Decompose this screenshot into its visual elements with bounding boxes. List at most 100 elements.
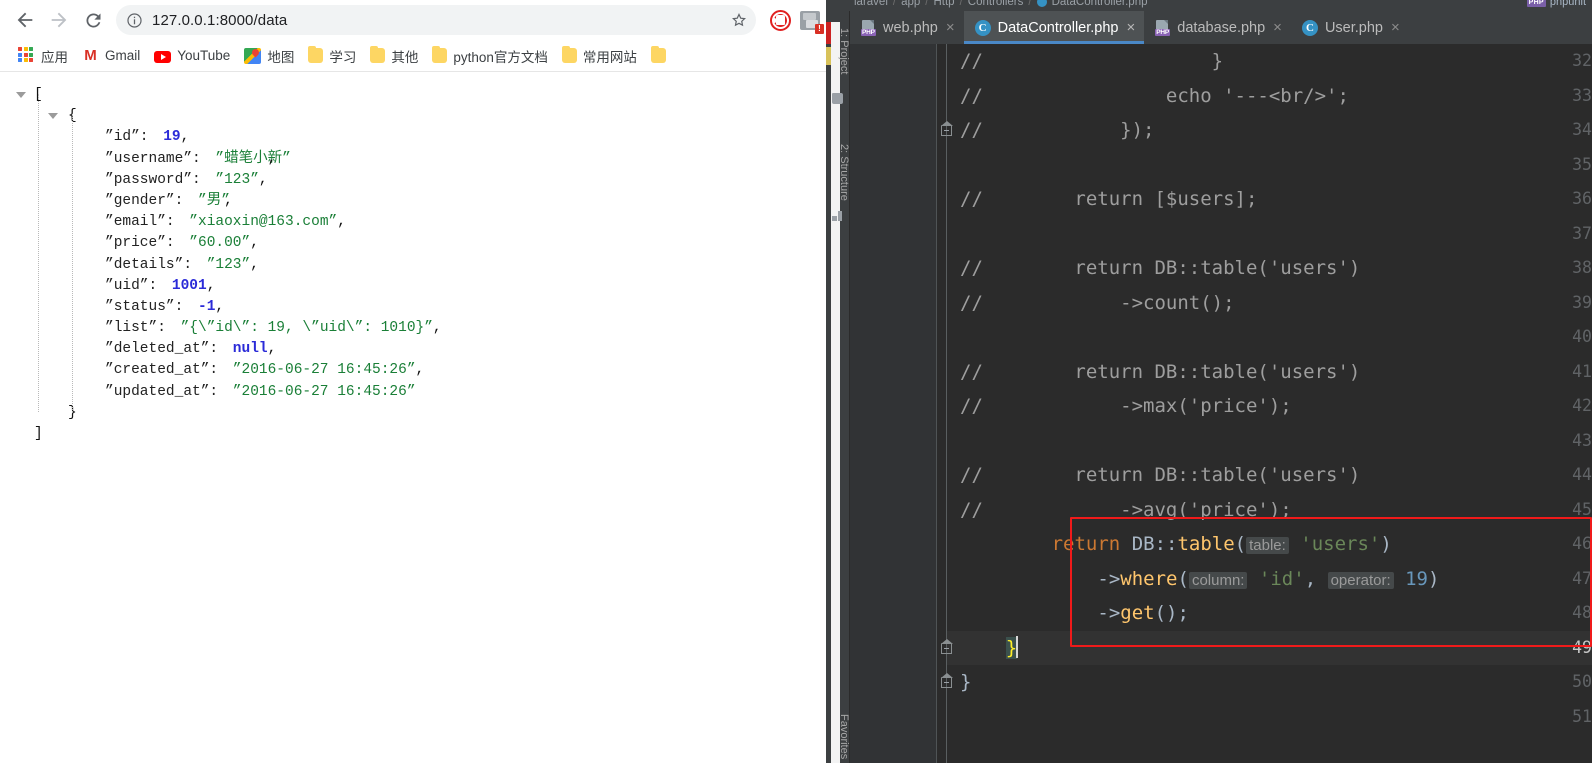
bookmark-item[interactable]: YouTube xyxy=(148,45,238,66)
screenshot-extension-icon[interactable]: ! xyxy=(796,6,824,34)
bookmark-item[interactable]: python官方文档 xyxy=(426,43,556,69)
phpstorm-window: laravel / app / Http / Controllers / DataControl… xyxy=(826,0,1592,763)
editor-edge-strip xyxy=(831,22,840,763)
gmail-icon: M xyxy=(84,47,97,64)
forward-button[interactable] xyxy=(42,3,76,37)
bookmark-label: Gmail xyxy=(105,48,141,63)
current-line-highlight xyxy=(947,630,1592,665)
code-line: // echo '---<br/>'; xyxy=(960,79,1349,114)
tab-datacontroller-php[interactable]: C DataController.php × xyxy=(963,11,1145,44)
code-fold-toggle[interactable] xyxy=(941,121,953,136)
google-maps-icon xyxy=(244,47,262,64)
json-comma: , xyxy=(250,256,259,273)
breadcrumb-part[interactable]: DataController.php xyxy=(1052,0,1148,8)
breadcrumb-separator: / xyxy=(892,0,897,8)
code-comment: // ->max('price'); xyxy=(960,395,1292,417)
bookmark-item[interactable]: 地图 xyxy=(238,43,302,69)
chrome-browser-window: 127.0.0.1:8000/data ! 应用 M Gmail YouTube 地图 学… xyxy=(0,0,826,763)
screenshot-root: 127.0.0.1:8000/data ! 应用 M Gmail YouTube 地图 学… xyxy=(0,0,1592,763)
tab-web-php[interactable]: PHP web.php × xyxy=(850,11,964,44)
json-field-row: ”id”: 19, xyxy=(0,127,826,148)
breadcrumb-separator: / xyxy=(959,0,963,8)
json-key: ”deleted_at”: xyxy=(105,341,219,358)
json-field-row: ”username”: ”蜡笔小新”, xyxy=(0,149,826,170)
json-field-row: ”list”: ”{\”id\”: 19, \”uid\”: 1010}”, xyxy=(0,318,826,339)
run-config-label: phpunit xyxy=(1549,0,1586,8)
breadcrumb-part[interactable]: Http xyxy=(933,0,954,8)
json-comma: , xyxy=(258,171,268,188)
code-fold-toggle[interactable] xyxy=(941,673,953,688)
editor-tab-bar: PHP web.php × C DataController.php × PHP databa… xyxy=(850,11,1592,44)
php-file-icon: PHP xyxy=(1155,19,1171,36)
bookmark-item[interactable]: M Gmail xyxy=(76,44,148,67)
json-response-viewer: [{”id”: 19, ”username”: ”蜡笔小新”, ”password”:”… xyxy=(0,73,826,763)
browser-toolbar: 127.0.0.1:8000/data ! xyxy=(0,0,826,40)
bookmark-item[interactable]: 常用网站 xyxy=(556,43,645,69)
folder-icon xyxy=(432,46,448,63)
json-field-row: ”password”: ”123”, xyxy=(0,170,826,191)
address-bar[interactable]: 127.0.0.1:8000/data xyxy=(116,5,756,35)
bookmark-item[interactable] xyxy=(645,45,680,66)
json-field-row: ”deleted_at”: null, xyxy=(0,339,826,360)
info-circle-icon[interactable] xyxy=(126,12,143,29)
breadcrumb: laravel / app / Http / Controllers / DataControl… xyxy=(826,0,1592,11)
folder-icon xyxy=(832,93,843,104)
json-value: ”2016-06-27 16:45:26” xyxy=(232,383,416,400)
json-key: ”username”: xyxy=(105,150,201,167)
line-number: 41 xyxy=(1572,361,1592,381)
json-close-bracket: ] xyxy=(34,426,43,442)
close-icon[interactable]: × xyxy=(1391,20,1400,35)
code-comment: // echo '---<br/>'; xyxy=(960,84,1349,107)
sidebar-item-project[interactable]: 1: Project xyxy=(826,25,850,95)
code-line: // } xyxy=(960,44,1223,79)
bookmark-item[interactable]: 应用 xyxy=(12,43,76,69)
run-configuration[interactable]: PHP phpunit xyxy=(1526,0,1586,8)
json-comma: , xyxy=(267,341,277,358)
close-icon[interactable]: × xyxy=(1273,20,1282,35)
json-field-row: ”status”: -1, xyxy=(0,297,826,318)
json-root-close: ] xyxy=(0,424,826,445)
code-editor[interactable]: 32 // } 33 // echo '---<br/>'; 34 // }); 35 36 /… xyxy=(850,44,1592,763)
code-line: // ->count(); xyxy=(960,286,1235,321)
json-comma: , xyxy=(267,150,277,167)
indent-guide xyxy=(72,115,73,412)
json-value: ”{\”id\”: 19, \”uid\”: 1010}” xyxy=(180,320,433,337)
breadcrumb-part[interactable]: laravel xyxy=(854,0,888,8)
code-line: ->where(column: 'id', operator: 19) xyxy=(1097,567,1440,590)
code-line: // return DB::table('users') xyxy=(960,251,1360,286)
star-outline-icon[interactable] xyxy=(730,11,748,29)
tab-user-php[interactable]: C User.php × xyxy=(1291,11,1409,44)
close-icon[interactable]: × xyxy=(946,20,955,35)
json-value: null xyxy=(232,341,268,358)
code-fold-toggle[interactable] xyxy=(941,638,953,654)
close-icon[interactable]: × xyxy=(1127,20,1136,35)
collapse-arrow-object[interactable] xyxy=(48,113,58,120)
param-hint: table: xyxy=(1246,537,1289,554)
json-object-close: } xyxy=(0,403,826,424)
code-line: } xyxy=(1005,635,1019,659)
json-comma: , xyxy=(250,235,259,252)
line-number: 47 xyxy=(1572,568,1592,588)
bookmark-item[interactable]: 学习 xyxy=(302,43,364,69)
sidebar-item-favorites[interactable]: Favorites xyxy=(826,711,850,763)
collapse-arrow-root[interactable] xyxy=(16,92,26,98)
tab-database-php[interactable]: PHP database.php × xyxy=(1144,11,1291,44)
line-number: 37 xyxy=(1572,223,1592,243)
tab-label: DataController.php xyxy=(997,19,1119,36)
back-button[interactable] xyxy=(8,3,42,37)
json-key: ”created_at”: xyxy=(105,362,219,379)
bookmark-item[interactable]: 其他 xyxy=(364,43,426,69)
adblock-extension-icon[interactable] xyxy=(766,6,794,34)
breadcrumb-part[interactable]: Controllers xyxy=(968,0,1024,8)
json-field-row: ”email”: ”xiaoxin@163.com”, xyxy=(0,212,826,233)
breadcrumb-part[interactable]: app xyxy=(901,0,920,8)
code-comment: // ->avg('price'); xyxy=(960,498,1292,521)
php-chip: PHP xyxy=(1526,0,1546,7)
code-line: // return [$users]; xyxy=(960,182,1257,217)
json-comma: , xyxy=(206,277,216,294)
line-number: 44 xyxy=(1572,465,1592,484)
reload-button[interactable] xyxy=(76,3,110,37)
line-number: 32 xyxy=(1572,51,1592,70)
php-class-icon xyxy=(1036,0,1047,7)
url-text[interactable]: 127.0.0.1:8000/data xyxy=(152,12,730,29)
